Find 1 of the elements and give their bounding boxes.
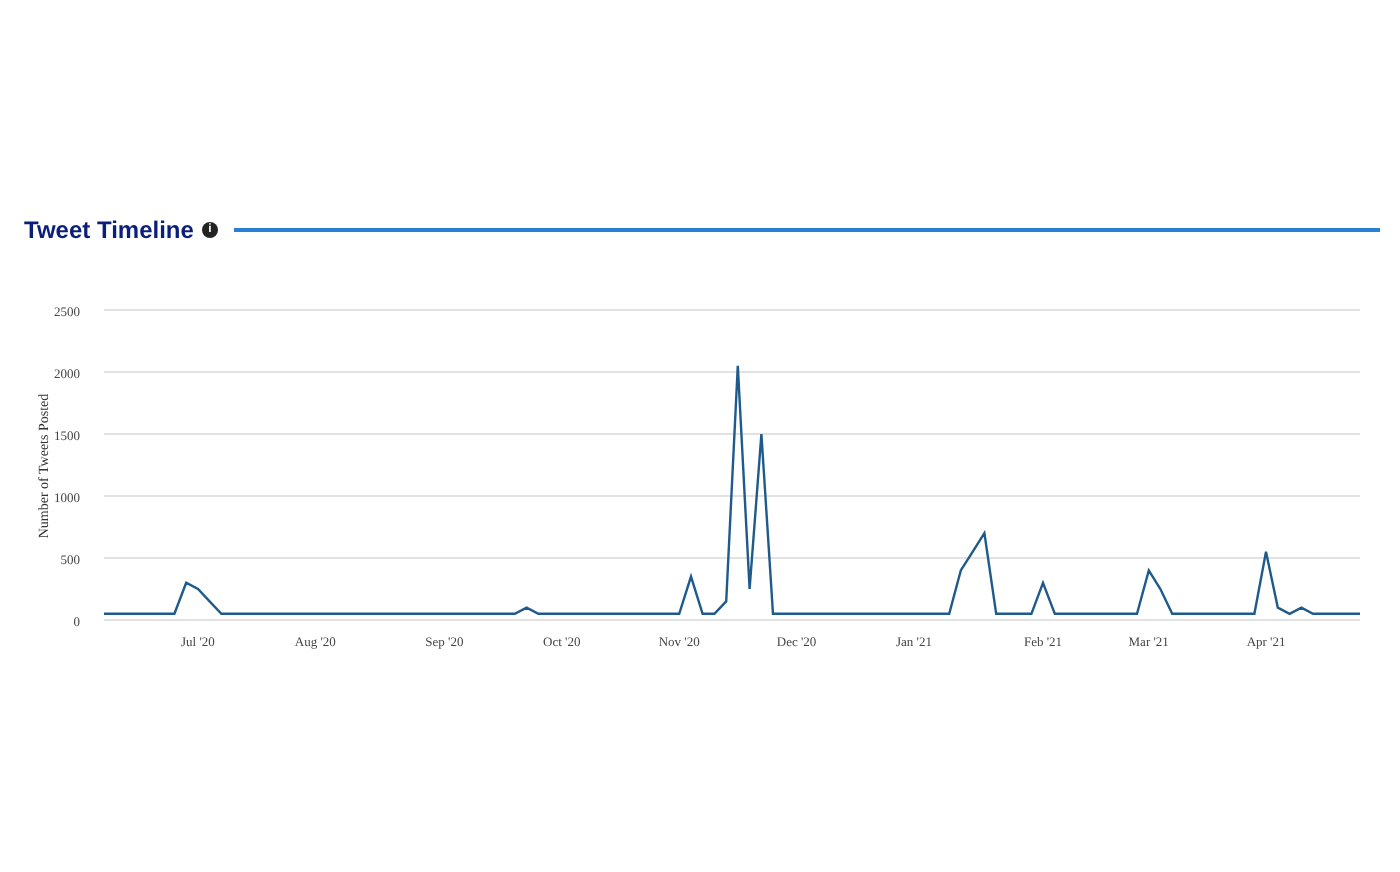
section-title: Tweet Timeline xyxy=(24,216,194,244)
